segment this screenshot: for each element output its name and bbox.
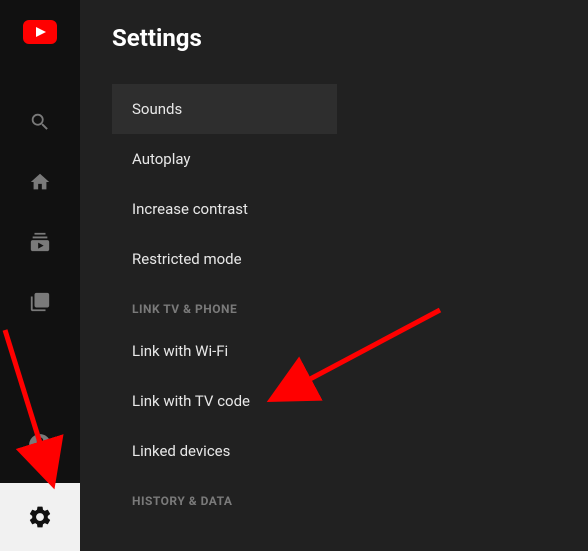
subscriptions-icon[interactable] [0,212,80,272]
page-title: Settings [112,24,588,52]
menu-header-link-tv-phone: LINK TV & PHONE [112,284,337,326]
sidebar-bottom [0,415,80,551]
menu-item-link-tv-code[interactable]: Link with TV code [112,376,337,426]
library-icon[interactable] [0,272,80,332]
menu-item-restricted-mode[interactable]: Restricted mode [112,234,337,284]
menu-item-link-wifi[interactable]: Link with Wi-Fi [112,326,337,376]
app-root: Settings Sounds Autoplay Increase contra… [0,0,588,551]
youtube-logo[interactable] [0,20,80,44]
main-content: Settings Sounds Autoplay Increase contra… [80,0,588,551]
menu-item-linked-devices[interactable]: Linked devices [112,426,337,476]
menu-header-history-data: HISTORY & DATA [112,476,337,518]
menu-item-sounds[interactable]: Sounds [112,84,337,134]
account-icon[interactable] [0,415,80,475]
menu-item-autoplay[interactable]: Autoplay [112,134,337,184]
settings-menu: Sounds Autoplay Increase contrast Restri… [112,84,337,518]
sidebar [0,0,80,551]
settings-icon[interactable] [0,483,80,551]
home-icon[interactable] [0,152,80,212]
search-icon[interactable] [0,92,80,152]
menu-item-increase-contrast[interactable]: Increase contrast [112,184,337,234]
